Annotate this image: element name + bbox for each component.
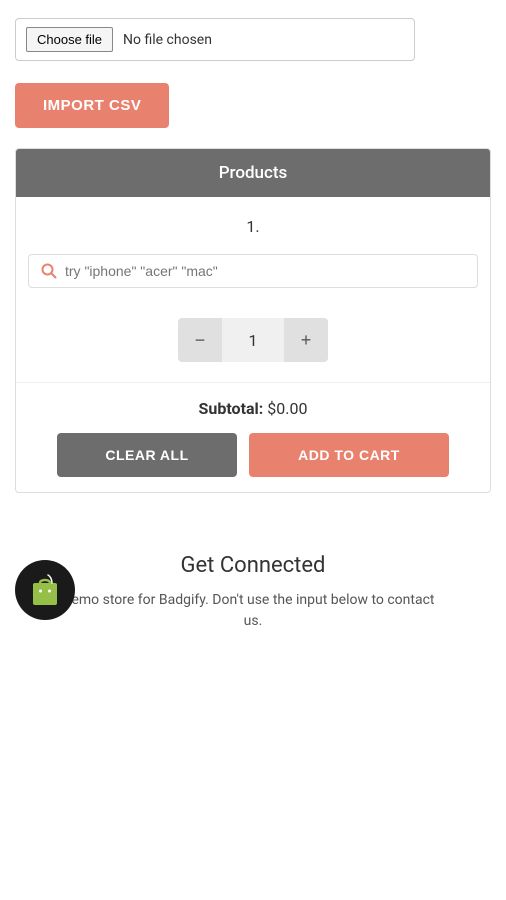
get-connected-section: Get Connected emo store for Badgify. Don… (0, 533, 506, 647)
products-header: Products (16, 149, 490, 197)
products-section: Products 1. − 1 + (15, 148, 491, 493)
shopify-badge (15, 560, 75, 620)
search-icon (41, 263, 57, 279)
subtotal-value: $0.00 (267, 399, 307, 418)
quantity-section: − 1 + (16, 303, 490, 382)
subtotal-line: Subtotal: $0.00 (31, 399, 475, 418)
no-file-label: No file chosen (123, 32, 212, 48)
search-input[interactable] (65, 263, 465, 279)
file-section: Choose file No file chosen (0, 0, 506, 71)
choose-file-button[interactable]: Choose file (26, 27, 113, 52)
import-csv-button[interactable]: IMPORT CSV (15, 83, 169, 128)
file-input-wrapper: Choose file No file chosen (15, 18, 415, 61)
products-title: Products (219, 163, 288, 183)
quantity-value: 1 (222, 331, 284, 350)
product-number: 1. (16, 197, 490, 246)
cart-footer: Subtotal: $0.00 CLEAR ALL ADD TO CART (16, 382, 490, 492)
get-connected-title: Get Connected (15, 553, 491, 578)
quantity-stepper: − 1 + (178, 318, 328, 362)
import-section: IMPORT CSV (0, 71, 506, 148)
page-wrapper: Choose file No file chosen IMPORT CSV Pr… (0, 0, 506, 647)
clear-all-button[interactable]: CLEAR ALL (57, 433, 237, 477)
shopify-bag-icon (30, 573, 60, 607)
add-to-cart-button[interactable]: ADD TO CART (249, 433, 449, 477)
quantity-decrement-button[interactable]: − (178, 318, 222, 362)
spacer (0, 493, 506, 533)
action-buttons: CLEAR ALL ADD TO CART (31, 433, 475, 477)
get-connected-text: emo store for Badgify. Don't use the inp… (63, 590, 443, 632)
subtotal-label: Subtotal: (199, 399, 264, 418)
quantity-increment-button[interactable]: + (284, 318, 328, 362)
search-bar[interactable] (28, 254, 478, 288)
